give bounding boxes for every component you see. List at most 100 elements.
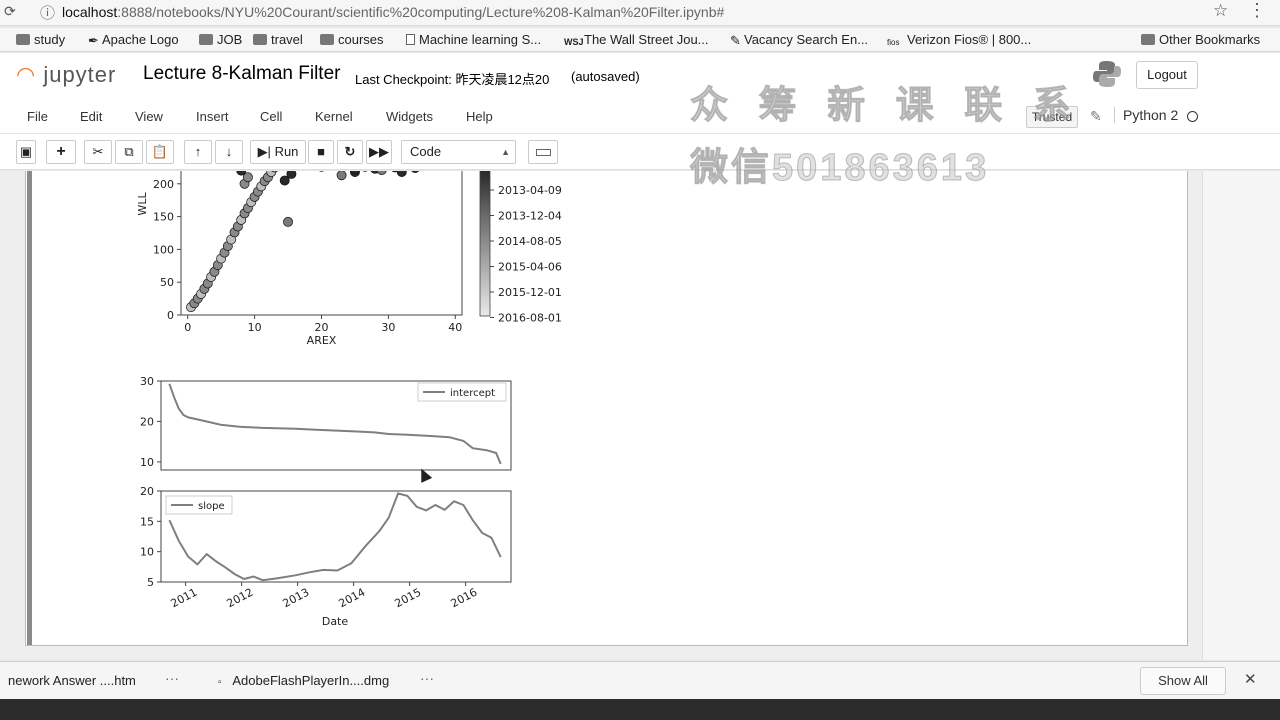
cut-button[interactable]: ✂	[84, 140, 112, 164]
python-logo-icon	[1093, 61, 1121, 87]
fios-icon: fios	[887, 38, 900, 47]
bookmark-vacancy-search[interactable]: ✎ Vacancy Search En...	[730, 32, 868, 48]
copy-button[interactable]: ⧉	[115, 140, 143, 164]
browser-menu-icon[interactable]: ⋮	[1248, 0, 1266, 21]
download-item[interactable]: nework Answer ....htm	[8, 673, 136, 688]
cell-type-select[interactable]: Code▲▼	[401, 140, 516, 179]
edit-pencil-icon[interactable]: ✎	[1090, 108, 1102, 125]
menu-insert[interactable]: Insert	[196, 109, 229, 124]
kernel-status-icon	[1187, 111, 1198, 122]
y-tick-label: 5	[147, 576, 154, 589]
bookmarks-bar: study ✒ Apache Logo JOB travel courses Ma…	[0, 28, 1280, 52]
x-tick-label: 2016	[449, 586, 480, 611]
jupyter-logo[interactable]: ◠ jupyter	[16, 62, 116, 88]
y-tick-label: 10	[140, 456, 154, 469]
paste-button[interactable]: 📋	[146, 140, 174, 164]
info-icon[interactable]: ⓘ	[40, 2, 55, 23]
download-more-icon[interactable]: ···	[420, 670, 434, 686]
keyboard-icon	[536, 149, 551, 156]
menu-edit[interactable]: Edit	[80, 109, 102, 124]
pin-icon: ✎	[730, 33, 741, 48]
checkpoint-status: Last Checkpoint: 昨天凌晨12点20	[355, 72, 550, 87]
menu-cell[interactable]: Cell	[260, 109, 282, 124]
watermark-line-2: 微信501863613	[689, 147, 990, 190]
y-tick-label: 100	[153, 243, 174, 256]
legend-label: slope	[198, 501, 225, 512]
menu-file[interactable]: File	[27, 109, 48, 124]
bookmark-star-icon[interactable]: ☆	[1213, 1, 1228, 21]
insert-cell-button[interactable]: +	[46, 140, 76, 164]
step-forward-icon: ▶|	[257, 144, 271, 159]
bookmark-other[interactable]: Other Bookmarks	[1141, 32, 1260, 47]
y-tick-label: 200	[153, 178, 174, 191]
menu-view[interactable]: View	[135, 109, 163, 124]
folder-icon	[16, 34, 30, 45]
move-down-button[interactable]: ↓	[215, 140, 243, 164]
y-tick-label: 20	[140, 485, 154, 498]
download-item[interactable]: ▫ AdobeFlashPlayerIn....dmg	[218, 673, 389, 688]
scatter-point	[336, 171, 347, 181]
colorbar-tick-label: 2013-12-04	[498, 210, 562, 223]
autosave-status: (autosaved)	[571, 69, 640, 84]
scatter-plot-frame	[180, 171, 463, 316]
bookmark-machine-learning[interactable]: Machine learning S...	[406, 32, 541, 47]
y-tick-label: 15	[140, 515, 154, 528]
x-tick-label: 10	[248, 321, 262, 334]
browser-url-bar: ⟳ ⓘ localhost:8888/notebooks/NYU%20Coura…	[0, 0, 1280, 26]
folder-icon	[199, 34, 213, 45]
x-tick-label: 30	[381, 321, 395, 334]
notebook-area: 0 10 20 30 40 0 50 100 150 200 AREX WLL 2013-04-09 20…	[0, 171, 1280, 660]
logout-button[interactable]: Logout	[1136, 61, 1198, 89]
downloads-bar: nework Answer ....htm ··· ▫ AdobeFlashPl…	[0, 661, 1280, 699]
cell-output-plots: 0 10 20 30 40 0 50 100 150 200 AREX WLL 2013-04-09 20…	[136, 171, 562, 628]
colorbar-tick-label: 2014-08-05	[498, 235, 562, 248]
colorbar-tick-label: 2015-12-01	[498, 286, 562, 299]
x-tick-label: 2015	[393, 586, 424, 611]
menu-kernel[interactable]: Kernel	[315, 109, 353, 124]
restart-run-all-button[interactable]: ▶▶	[366, 140, 392, 164]
folder-icon	[320, 34, 334, 45]
x-tick-label: 2013	[281, 586, 312, 611]
run-button[interactable]: ▶| Run	[250, 140, 306, 164]
save-button[interactable]: ▣	[16, 140, 36, 164]
x-tick-label: 2014	[337, 586, 368, 611]
restart-button[interactable]: ↻	[337, 140, 363, 164]
move-up-button[interactable]: ↑	[184, 140, 212, 164]
notebook-menubar: File Edit View Insert Cell Kernel Widget…	[0, 100, 1280, 134]
menu-widgets[interactable]: Widgets	[386, 109, 433, 124]
interrupt-button[interactable]: ■	[308, 140, 334, 164]
keyboard-shortcuts-button[interactable]	[528, 140, 558, 164]
y-tick-label: 0	[167, 309, 174, 322]
feather-icon: ✒	[88, 33, 99, 48]
wsj-icon: WSJ	[564, 37, 584, 47]
menu-help[interactable]: Help	[466, 109, 493, 124]
x-axis-label: AREX	[307, 334, 337, 347]
colorbar-tick-label: 2015-04-06	[498, 261, 562, 274]
reload-icon[interactable]: ⟳	[4, 3, 16, 20]
bookmark-job[interactable]: JOB	[199, 32, 242, 47]
notebook-title[interactable]: Lecture 8-Kalman Filter	[143, 63, 340, 85]
colorbar	[479, 171, 491, 317]
legend-label: intercept	[450, 388, 495, 399]
x-axis-label: Date	[322, 615, 349, 628]
download-more-icon[interactable]: ···	[165, 670, 179, 686]
scatter-point	[283, 216, 293, 227]
folder-icon	[253, 34, 267, 45]
kernel-name: Python 2	[1114, 107, 1178, 123]
folder-icon	[1141, 34, 1155, 45]
show-all-downloads-button[interactable]: Show All	[1140, 667, 1226, 695]
file-icon: ▫	[218, 677, 222, 688]
os-dock	[0, 699, 1280, 720]
bookmark-wsj[interactable]: WSJThe Wall Street Jou...	[564, 32, 709, 48]
jupyter-header: ◠ jupyter Lecture 8-Kalman Filter Last C…	[0, 53, 1280, 100]
bookmark-verizon[interactable]: fios Verizon Fios® | 800...	[887, 32, 1031, 49]
bookmark-courses[interactable]: courses	[320, 32, 384, 47]
y-tick-label: 50	[160, 276, 174, 289]
bookmark-apache-logo[interactable]: ✒ Apache Logo	[88, 32, 179, 48]
bookmark-travel[interactable]: travel	[253, 32, 303, 47]
x-tick-label: 2012	[225, 586, 256, 611]
bookmark-study[interactable]: study	[16, 32, 65, 47]
address-input[interactable]: localhost:8888/notebooks/NYU%20Courant/s…	[62, 4, 724, 20]
right-gutter[interactable]	[1202, 171, 1280, 660]
close-icon[interactable]: ✕	[1244, 670, 1257, 688]
